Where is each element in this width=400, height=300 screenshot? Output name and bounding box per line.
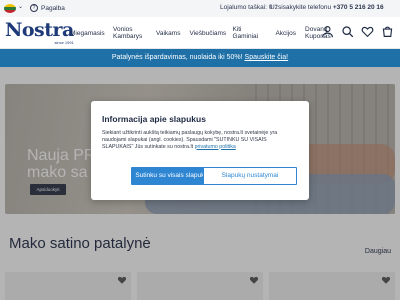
order-by-phone: Užsisakykite telefonu +370 5 216 20 16 — [270, 4, 384, 11]
promo-link[interactable]: Spauskite čia! — [245, 54, 289, 61]
nav-item-viesbuciams[interactable]: Viešbučiams — [189, 30, 226, 37]
loyalty-points[interactable]: Lojalumo taškai: 0 — [220, 4, 272, 11]
help-icon: ? — [30, 4, 38, 12]
header-icons — [321, 25, 394, 38]
top-utility-bar: ⌄ ? Pagalba Lojalumo taškai: 0 Užsisakyk… — [0, 0, 400, 17]
logo-word: Nostra — [5, 19, 74, 41]
search-icon[interactable] — [341, 25, 354, 38]
help-link[interactable]: ? Pagalba — [30, 4, 65, 12]
cookie-dialog-body: Siekiant užtikrinti aukštą teikiamų pasl… — [102, 130, 278, 150]
cart-icon[interactable] — [381, 25, 394, 38]
help-label: Pagalba — [41, 4, 65, 12]
main-nav: Miegamasis Vonios Kambarys Vaikams Viešb… — [70, 17, 348, 49]
order-prefix: Užsisakykite telefonu — [270, 4, 332, 11]
user-icon[interactable] — [321, 25, 334, 38]
promo-banner: Patalynės išpardavimas, nuolaida iki 50%… — [0, 49, 400, 67]
promo-text: Patalynės išpardavimas, nuolaida iki 50%… — [111, 54, 243, 61]
nav-item-vonios-kambarys[interactable]: Vonios Kambarys — [113, 26, 147, 40]
nav-item-miegamasis[interactable]: Miegamasis — [70, 30, 105, 37]
nav-item-vaikams[interactable]: Vaikams — [156, 30, 180, 37]
cookie-dialog-title: Informacija apie slapukus — [102, 114, 206, 124]
main-header: Nostra since 1991 Miegamasis Vonios Kamb… — [0, 17, 400, 49]
cookie-settings-button[interactable]: Slapukų nustatymai — [203, 167, 297, 185]
privacy-policy-link[interactable]: privatumo politika — [195, 144, 236, 150]
nav-item-akcijos[interactable]: Akcijos — [275, 30, 296, 37]
cookie-consent-dialog: Informacija apie slapukus Siekiant užtik… — [91, 101, 309, 200]
nav-item-kiti-gaminiai[interactable]: Kiti Gaminiai — [232, 26, 266, 40]
wishlist-icon[interactable] — [361, 25, 374, 38]
lithuania-flag-icon[interactable] — [4, 4, 16, 13]
cookie-dialog-text: Siekiant užtikrinti aukštą teikiamų pasl… — [102, 130, 298, 150]
nostra-logo[interactable]: Nostra since 1991 — [5, 19, 74, 46]
order-phone[interactable]: +370 5 216 20 16 — [333, 4, 384, 11]
chevron-down-icon[interactable]: ⌄ — [18, 3, 23, 10]
